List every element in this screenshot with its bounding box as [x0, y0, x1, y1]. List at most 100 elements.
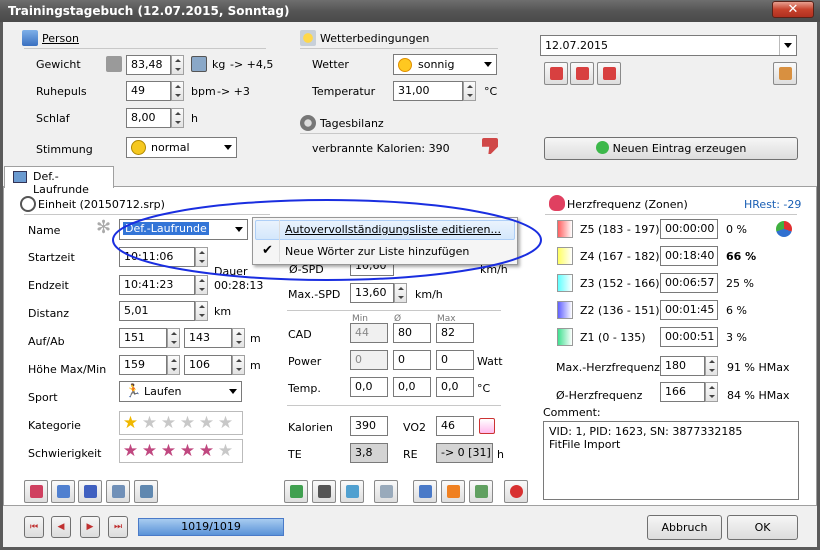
temp-avg[interactable]: 0,0	[393, 377, 431, 397]
gewicht-label: Gewicht	[36, 58, 81, 71]
scale-icon[interactable]	[106, 56, 122, 72]
chart-area-button[interactable]	[51, 480, 75, 503]
new-entry-button[interactable]: Neuen Eintrag erzeugen	[544, 137, 798, 160]
temp-min[interactable]: 0,0	[350, 377, 388, 397]
star-icon[interactable]: ★	[197, 442, 216, 460]
temperatur-spinner[interactable]	[463, 81, 476, 101]
hoehe-max-input[interactable]: 159	[119, 355, 167, 375]
cad-avg[interactable]: 80	[393, 323, 431, 343]
ab-spinner[interactable]	[232, 328, 245, 348]
schwierig-rating[interactable]: ★ ★ ★ ★ ★ ★	[119, 439, 243, 463]
schlaf-input[interactable]: 8,00	[126, 108, 171, 128]
rss-button[interactable]	[441, 480, 465, 503]
zone-time[interactable]: 00:00:51	[660, 327, 718, 347]
temp-max[interactable]: 0,0	[436, 377, 474, 397]
star-icon[interactable]: ★	[140, 414, 159, 432]
hoehe-min-input[interactable]: 106	[184, 355, 232, 375]
ruhepuls-input[interactable]: 49	[126, 81, 171, 101]
chart-line-button[interactable]	[24, 480, 48, 503]
power-max[interactable]: 0	[436, 350, 474, 370]
next-day-button[interactable]	[597, 62, 621, 85]
table-button[interactable]	[106, 480, 130, 503]
next-record-button[interactable]: ▶	[80, 516, 100, 538]
map-icon	[290, 485, 303, 498]
date-picker[interactable]: 12.07.2015	[540, 35, 797, 56]
kategorie-rating[interactable]: ★ ★ ★ ★ ★ ★	[119, 411, 243, 435]
wetter-select[interactable]: sonnig	[393, 54, 497, 75]
close-button[interactable]: ✕	[772, 1, 814, 18]
ok-button[interactable]: OK	[727, 515, 798, 540]
pie-chart-icon[interactable]	[776, 221, 792, 237]
power-avg[interactable]: 0	[393, 350, 431, 370]
distanz-input[interactable]: 5,01	[119, 301, 195, 321]
temperatur-input[interactable]: 31,00	[393, 81, 463, 101]
star-icon[interactable]: ★	[121, 442, 140, 460]
comment-textarea[interactable]: VID: 1, PID: 1623, SN: 3877332185 FitFil…	[543, 421, 799, 500]
vo2-input[interactable]: 46	[436, 416, 474, 436]
gewicht-spinner[interactable]	[171, 55, 184, 75]
distanz-spinner[interactable]	[195, 301, 208, 321]
power-unit: Watt	[477, 355, 503, 368]
stimmung-select[interactable]: normal	[126, 137, 237, 158]
vo2-chart-icon[interactable]	[479, 418, 495, 434]
tab-def-laufrunde[interactable]: Def.-Laufrunde	[4, 166, 114, 196]
avg-hr-spinner[interactable]	[705, 382, 718, 402]
calculator-icon[interactable]	[191, 56, 207, 72]
star-icon[interactable]: ★	[178, 414, 197, 432]
delete-button[interactable]	[504, 480, 528, 503]
power-min[interactable]: 0	[350, 350, 388, 370]
cad-max[interactable]: 82	[436, 323, 474, 343]
max-hr-input[interactable]: 180	[660, 356, 705, 376]
zone-time[interactable]: 00:18:40	[660, 246, 718, 266]
device-button[interactable]	[312, 480, 336, 503]
sport-label: Sport	[28, 391, 58, 404]
save-file-button[interactable]	[413, 480, 437, 503]
hoehe-min-spinner[interactable]	[232, 355, 245, 375]
prev-record-button[interactable]: ◀	[51, 516, 71, 538]
star-icon[interactable]: ★	[140, 442, 159, 460]
star-icon[interactable]: ★	[178, 442, 197, 460]
zone-time[interactable]: 00:00:00	[660, 219, 718, 239]
star-icon[interactable]: ★	[159, 442, 178, 460]
gewicht-input[interactable]: 83,48	[126, 55, 171, 75]
hoehe-max-spinner[interactable]	[167, 355, 180, 375]
last-record-button[interactable]: ⏭	[108, 516, 128, 538]
star-icon[interactable]: ★	[216, 442, 235, 460]
edit-calendar-button[interactable]	[773, 62, 797, 85]
cancel-button[interactable]: Abbruch	[647, 515, 722, 540]
hrest-label[interactable]: HRest: -29	[744, 198, 801, 211]
max-spd-spinner[interactable]	[394, 283, 407, 303]
today-button[interactable]	[570, 62, 594, 85]
auf-spinner[interactable]	[167, 328, 180, 348]
file-icon	[419, 485, 432, 498]
max-spd-input[interactable]: 13,60	[350, 283, 394, 303]
cad-min[interactable]: 44	[350, 323, 388, 343]
prev-day-button[interactable]	[544, 62, 568, 85]
schlaf-spinner[interactable]	[171, 108, 184, 128]
max-hr-spinner[interactable]	[705, 356, 718, 376]
stats-button[interactable]	[469, 480, 493, 503]
title-bar: Trainingstagebuch (12.07.2015, Sonntag)	[0, 0, 820, 22]
ab-input[interactable]: 143	[184, 328, 232, 348]
auf-input[interactable]: 151	[119, 328, 167, 348]
kalorien-input[interactable]: 390	[350, 416, 388, 436]
zone-color-swatch	[557, 274, 573, 292]
star-icon[interactable]: ★	[197, 414, 216, 432]
map-button[interactable]	[284, 480, 308, 503]
sport-select[interactable]: 🏃 Laufen	[119, 381, 242, 402]
star-icon[interactable]: ★	[121, 414, 140, 432]
export-button[interactable]	[340, 480, 364, 503]
max-hr-pct: 91 % HMax	[727, 361, 790, 374]
ruhepuls-spinner[interactable]	[171, 81, 184, 101]
first-record-button[interactable]: ⏮	[24, 516, 44, 538]
star-icon[interactable]: ★	[159, 414, 178, 432]
zone-pct: 66 %	[726, 250, 757, 263]
avg-hr-input[interactable]: 166	[660, 382, 705, 402]
star-icon[interactable]: ★	[216, 414, 235, 432]
calc-button[interactable]	[374, 480, 398, 503]
person-icon	[22, 30, 38, 46]
zone-time[interactable]: 00:01:45	[660, 300, 718, 320]
lap-button[interactable]	[134, 480, 158, 503]
bar-chart-button[interactable]	[78, 480, 102, 503]
zone-time[interactable]: 00:06:57	[660, 273, 718, 293]
